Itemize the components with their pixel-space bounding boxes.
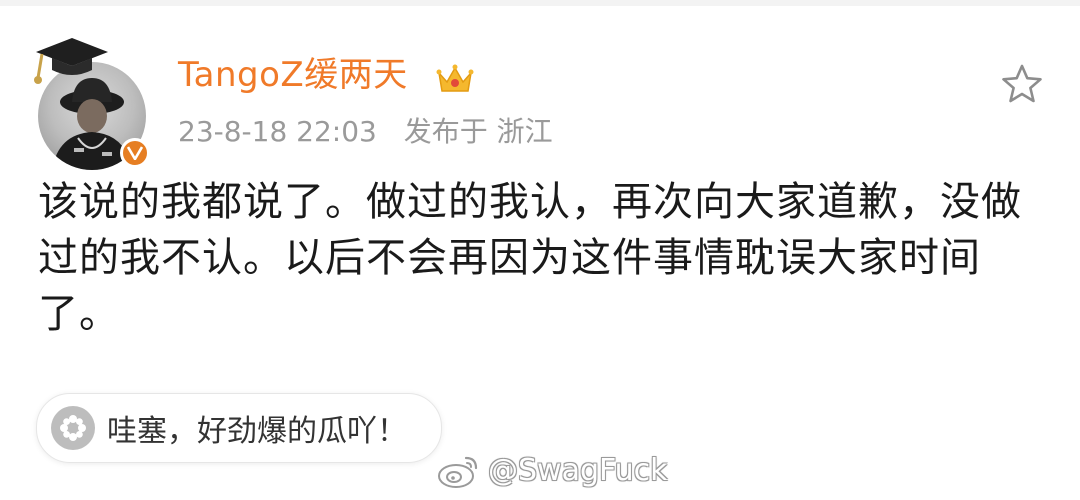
verified-badge-icon [120,138,150,168]
username[interactable]: TangoZ缓两天 [178,58,408,92]
weibo-logo-icon [438,456,478,488]
bubble-text: 哇塞，好劲爆的瓜吖！ [107,414,407,449]
user-avatar[interactable] [30,30,156,170]
top-divider [0,0,1080,6]
post-text: 该说的我都说了。做过的我认，再次向大家道歉，没做过的我不认。以后不会再因为这件事… [38,179,1022,337]
graduation-cap-icon [34,38,108,84]
post-location: 发布于 浙江 [403,115,553,148]
crown-icon [436,64,474,92]
post-date: 23-8-18 22:03 [178,115,377,148]
watermark-text: @SwagFuck [488,452,668,488]
flower-icon [51,406,95,450]
post-meta: 23-8-18 22:03 发布于 浙江 [178,118,553,146]
comment-bubble[interactable]: 哇塞，好劲爆的瓜吖！ [36,393,442,463]
star-outline-icon[interactable] [1000,62,1044,106]
watermark: @SwagFuck [436,450,668,490]
